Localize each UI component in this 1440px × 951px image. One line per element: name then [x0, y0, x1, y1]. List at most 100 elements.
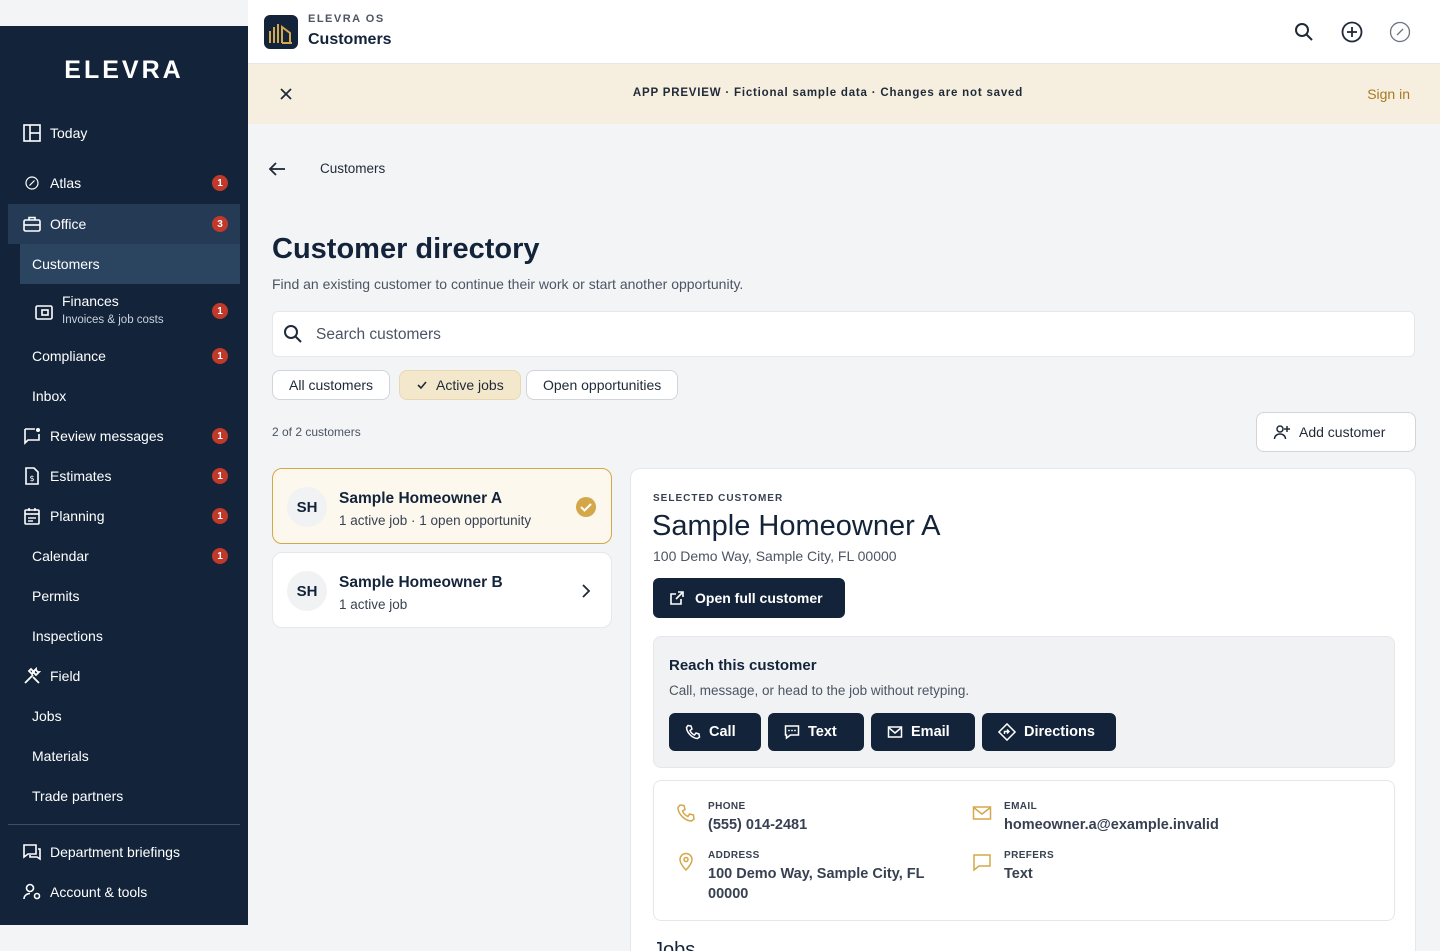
- sidebar-item-label: Trade partners: [32, 788, 124, 804]
- avatar: SH: [287, 487, 327, 527]
- sidebar-item-label: Field: [50, 668, 81, 684]
- address-line-1: 100 Demo Way, Sample City, FL: [708, 866, 925, 882]
- search-icon: [283, 324, 303, 344]
- sidebar-item-account-tools[interactable]: Account & tools: [8, 872, 240, 912]
- sidebar-item-label: Office: [50, 216, 87, 232]
- back-arrow-icon[interactable]: [266, 158, 288, 180]
- sidebar-item-field[interactable]: Field: [8, 656, 240, 696]
- sidebar-item-inbox[interactable]: Inbox: [8, 376, 240, 416]
- detail-eyebrow: SELECTED CUSTOMER: [653, 493, 784, 504]
- add-customer-button[interactable]: Add customer: [1256, 412, 1416, 452]
- text-button[interactable]: Text: [768, 713, 864, 751]
- jobs-heading: Jobs: [653, 939, 696, 951]
- open-full-customer-button[interactable]: Open full customer: [653, 578, 845, 618]
- customer-name: Sample Homeowner A: [339, 490, 503, 507]
- text-label: Text: [808, 724, 837, 740]
- add-customer-label: Add customer: [1299, 424, 1386, 440]
- compass-icon[interactable]: [1388, 20, 1412, 44]
- sidebar: ELEVRA Today Atlas 1 Office 3 Customers …: [0, 26, 248, 925]
- customer-card[interactable]: SH Sample Homeowner B 1 active job: [272, 552, 612, 628]
- customer-name: Sample Homeowner B: [339, 574, 503, 591]
- sidebar-item-customers[interactable]: Customers: [20, 244, 240, 284]
- sidebar-item-compliance[interactable]: Compliance 1: [8, 336, 240, 376]
- contact-info-card: PHONE (555) 014-2481 EMAIL homeowner.a@e…: [653, 780, 1395, 921]
- compass-icon: [22, 173, 42, 193]
- directions-button[interactable]: Directions: [982, 713, 1116, 751]
- sidebar-item-label: Materials: [32, 748, 89, 764]
- sidebar-item-label: Jobs: [32, 708, 62, 724]
- email-label: EMAIL: [1004, 801, 1038, 812]
- filter-all-customers[interactable]: All customers: [272, 370, 391, 400]
- invoice-icon: $: [22, 466, 42, 486]
- svg-text:$: $: [29, 474, 34, 483]
- sidebar-item-calendar[interactable]: Calendar 1: [8, 536, 240, 576]
- sidebar-item-materials[interactable]: Materials: [8, 736, 240, 776]
- filter-active-jobs[interactable]: Active jobs: [399, 370, 521, 400]
- sidebar-item-planning[interactable]: Planning 1: [8, 496, 240, 536]
- mail-icon: [887, 724, 903, 740]
- sidebar-item-label: Calendar: [32, 548, 89, 564]
- sidebar-item-label: Atlas: [50, 175, 82, 191]
- search-icon[interactable]: [1292, 20, 1316, 44]
- notification-badge: 1: [212, 548, 228, 564]
- customer-meta: 1 active job · 1 open opportunity: [339, 513, 532, 528]
- address-field: ADDRESS 100 Demo Way, Sample City, FL 000…: [676, 850, 966, 910]
- reach-subtitle: Call, message, or head to the job withou…: [669, 683, 970, 698]
- email-field: EMAIL homeowner.a@example.invalid: [972, 801, 1372, 841]
- user-settings-icon: [22, 882, 42, 902]
- app-logo-icon[interactable]: [264, 15, 298, 49]
- calendar-icon: [22, 506, 42, 526]
- sidebar-item-permits[interactable]: Permits: [8, 576, 240, 616]
- notification-badge: 1: [212, 468, 228, 484]
- filter-label: All customers: [289, 377, 374, 393]
- add-circle-icon[interactable]: [1340, 20, 1364, 44]
- preview-banner: APP PREVIEW · Fictional sample data · Ch…: [248, 64, 1440, 124]
- breadcrumb[interactable]: Customers: [320, 161, 385, 176]
- sidebar-item-review-messages[interactable]: Review messages 1: [8, 416, 240, 456]
- filter-open-opportunities[interactable]: Open opportunities: [526, 370, 679, 400]
- sidebar-item-estimates[interactable]: $ Estimates 1: [8, 456, 240, 496]
- sidebar-item-label: Compliance: [32, 348, 106, 364]
- sign-in-link[interactable]: Sign in: [1367, 86, 1410, 102]
- email-button[interactable]: Email: [871, 713, 975, 751]
- notification-badge: 1: [212, 508, 228, 524]
- search-box[interactable]: [272, 311, 1415, 357]
- sidebar-item-label: Estimates: [50, 468, 112, 484]
- customer-detail-panel: SELECTED CUSTOMER Sample Homeowner A 100…: [630, 468, 1416, 951]
- detail-address: 100 Demo Way, Sample City, FL 00000: [653, 548, 897, 564]
- sidebar-item-trade-partners[interactable]: Trade partners: [8, 776, 240, 816]
- sidebar-item-today[interactable]: Today: [8, 113, 240, 153]
- call-label: Call: [709, 724, 736, 740]
- directions-icon: [998, 723, 1016, 741]
- message-flag-icon: [22, 426, 42, 446]
- phone-value[interactable]: (555) 014-2481: [708, 815, 807, 835]
- email-value[interactable]: homeowner.a@example.invalid: [1004, 815, 1219, 835]
- customer-meta: 1 active job: [339, 597, 408, 612]
- sidebar-item-finances[interactable]: Finances Invoices & job costs 1: [8, 284, 240, 338]
- sidebar-item-jobs[interactable]: Jobs: [8, 696, 240, 736]
- result-count: 2 of 2 customers: [272, 425, 361, 439]
- reach-title: Reach this customer: [669, 657, 817, 674]
- tools-icon: [22, 666, 42, 686]
- call-button[interactable]: Call: [669, 713, 761, 751]
- notification-badge: 1: [212, 348, 228, 364]
- message-icon: [784, 724, 800, 740]
- email-label: Email: [911, 724, 950, 740]
- search-input[interactable]: [316, 324, 1316, 346]
- page-heading: Customer directory: [272, 233, 540, 265]
- check-icon: [416, 379, 428, 391]
- address-label: ADDRESS: [708, 850, 760, 861]
- sidebar-item-inspections[interactable]: Inspections: [8, 616, 240, 656]
- chat-icon: [972, 852, 992, 872]
- notification-badge: 1: [212, 303, 228, 319]
- sidebar-item-department-briefings[interactable]: Department briefings: [8, 832, 240, 872]
- layout-icon: [22, 123, 42, 143]
- sidebar-item-label: Department briefings: [50, 844, 180, 860]
- sidebar-item-office[interactable]: Office 3: [8, 204, 240, 244]
- customer-card[interactable]: SH Sample Homeowner A 1 active job · 1 o…: [272, 468, 612, 544]
- address-value[interactable]: 100 Demo Way, Sample City, FL 00000: [708, 864, 925, 904]
- mail-icon: [972, 803, 992, 823]
- sidebar-item-atlas[interactable]: Atlas 1: [8, 163, 240, 203]
- briefcase-icon: [22, 214, 42, 234]
- sidebar-divider: [8, 824, 240, 825]
